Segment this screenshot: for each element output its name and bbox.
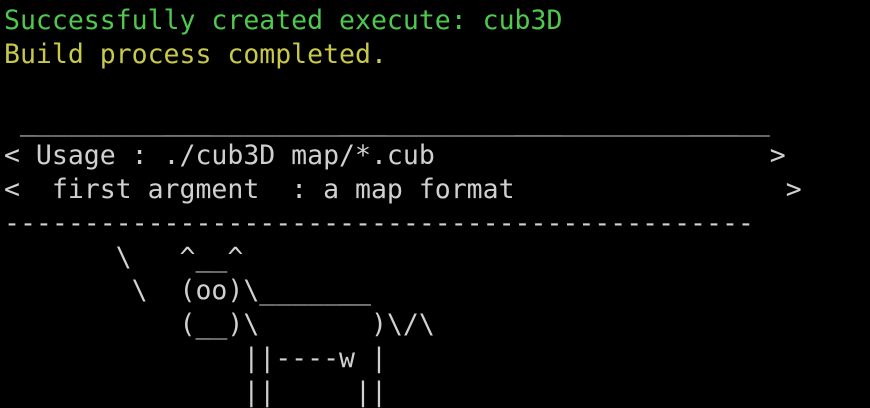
terminal-window[interactable]: Successfully created execute: cub3D Buil… <box>0 0 870 408</box>
build-status-message: Build process completed. <box>4 38 387 70</box>
cow-art-line: \ (oo)\_______ <box>4 275 371 307</box>
success-message: Successfully created execute: cub3D <box>4 5 563 36</box>
cow-art-line: || || <box>4 376 387 408</box>
usage-line: < Usage : ./cub3D map/*.cub > <box>4 140 786 172</box>
bubble-top-border: ________________________________________… <box>4 106 770 138</box>
cow-art-line: (__)\ )\/\ <box>4 309 435 341</box>
cow-art-line: \ ^__^ <box>4 241 244 273</box>
cowsay-speech-bubble: ________________________________________… <box>4 105 870 240</box>
cow-ascii-art: \ ^__^ \ (oo)\_______ (__)\ )\/\ ||----w… <box>4 241 870 408</box>
cow-art-line: ||----w | <box>4 342 387 374</box>
bubble-bottom-border: ----------------------------------------… <box>4 207 754 239</box>
argument-line: < first argment : a map format > <box>4 173 802 205</box>
